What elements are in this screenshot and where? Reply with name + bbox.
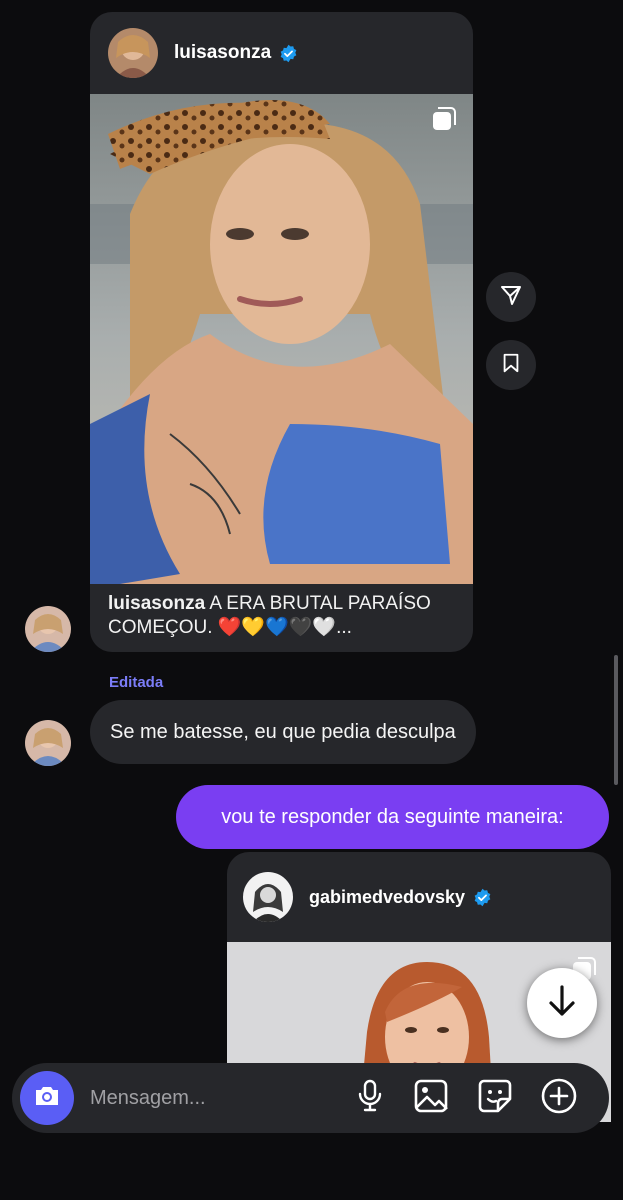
post-username[interactable]: luisasonza bbox=[174, 42, 271, 64]
sender-avatar[interactable] bbox=[25, 720, 71, 766]
plus-icon bbox=[541, 1078, 577, 1119]
caption-username: luisasonza bbox=[108, 593, 206, 614]
camera-icon bbox=[33, 1084, 61, 1113]
verified-badge-icon bbox=[279, 44, 298, 63]
gallery-button[interactable] bbox=[411, 1078, 451, 1118]
incoming-message[interactable]: Se me batesse, eu que pedia desculpa bbox=[90, 700, 476, 764]
message-input[interactable] bbox=[90, 1086, 330, 1110]
sender-avatar[interactable] bbox=[25, 606, 71, 652]
more-button[interactable] bbox=[539, 1078, 579, 1118]
shared-post-card[interactable]: luisasonza luisasonza A ERA BRUTAL PARAÍ… bbox=[90, 12, 473, 652]
avatar[interactable] bbox=[243, 872, 293, 922]
post-username[interactable]: gabimedvedovsky bbox=[309, 887, 465, 908]
scrollbar[interactable] bbox=[614, 655, 618, 785]
sticker-icon bbox=[478, 1079, 512, 1118]
edited-label: Editada bbox=[109, 674, 164, 691]
multi-image-icon bbox=[431, 106, 457, 132]
avatar[interactable] bbox=[108, 28, 158, 78]
microphone-icon bbox=[357, 1079, 383, 1118]
post-image[interactable] bbox=[90, 94, 473, 584]
camera-button[interactable] bbox=[20, 1071, 74, 1125]
post-caption: luisasonza A ERA BRUTAL PARAÍSO COMEÇOU.… bbox=[108, 592, 458, 640]
share-button[interactable] bbox=[486, 272, 536, 322]
microphone-button[interactable] bbox=[350, 1078, 390, 1118]
bookmark-icon bbox=[500, 352, 522, 379]
gallery-icon bbox=[414, 1079, 448, 1118]
scroll-to-bottom-button[interactable] bbox=[527, 968, 597, 1038]
post-header[interactable]: luisasonza bbox=[90, 12, 473, 94]
verified-badge-icon bbox=[473, 888, 492, 907]
post-header[interactable]: gabimedvedovsky bbox=[227, 852, 611, 942]
bookmark-button[interactable] bbox=[486, 340, 536, 390]
share-icon bbox=[499, 283, 523, 312]
sticker-button[interactable] bbox=[475, 1078, 515, 1118]
arrow-down-icon bbox=[547, 984, 577, 1023]
home-indicator bbox=[198, 1184, 426, 1190]
message-composer bbox=[12, 1063, 609, 1133]
outgoing-message[interactable]: vou te responder da seguinte maneira: bbox=[176, 785, 609, 849]
